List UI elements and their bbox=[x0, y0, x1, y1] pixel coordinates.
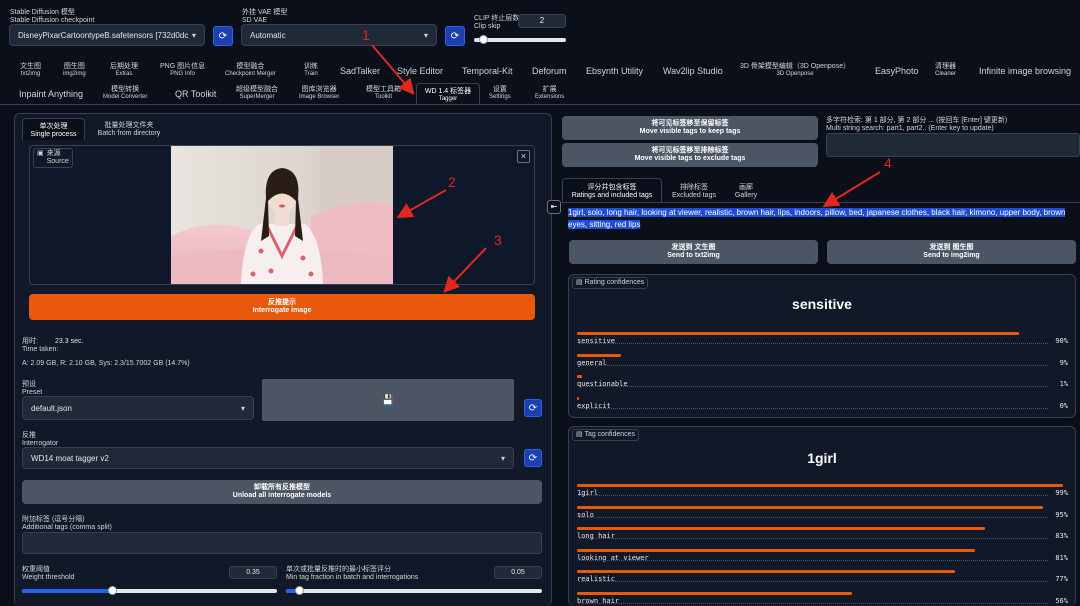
annotation-arrow-2 bbox=[396, 189, 447, 218]
annotation-number-1: 1 bbox=[362, 27, 370, 43]
annotation-number-4: 4 bbox=[884, 155, 892, 171]
annotation-overlay bbox=[371, 44, 881, 293]
annotation-arrow-3 bbox=[443, 247, 487, 293]
annotation-number-2: 2 bbox=[448, 174, 456, 190]
annotation-arrow-4 bbox=[822, 171, 881, 208]
annotation-arrow-1 bbox=[371, 44, 415, 96]
annotation-number-3: 3 bbox=[494, 232, 502, 248]
